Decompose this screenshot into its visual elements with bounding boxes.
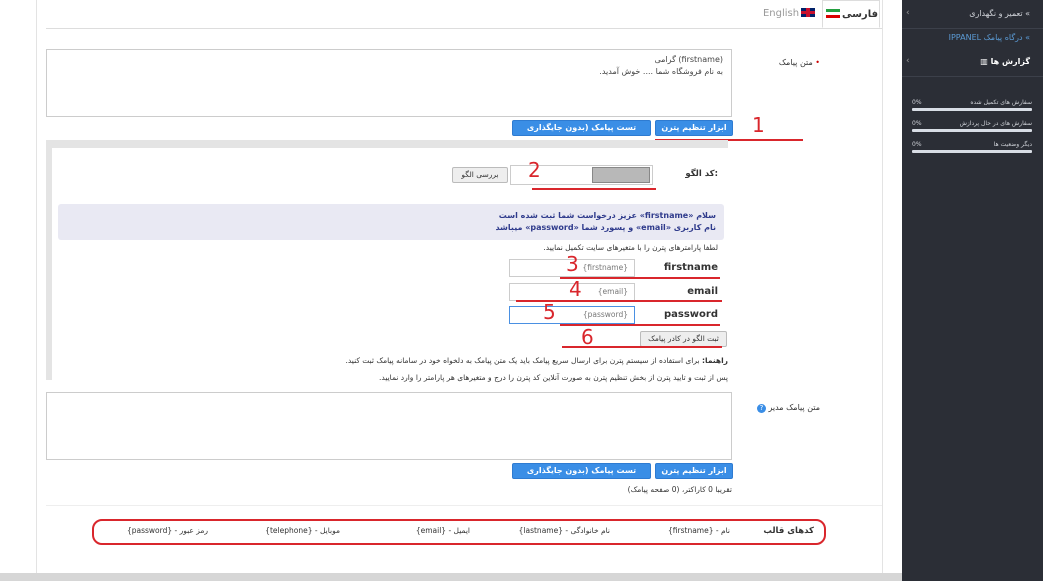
chevron-left-icon: ‹ <box>906 8 910 18</box>
sms-text-input[interactable]: (firstname) گرامی به نام فروشگاه شما ...… <box>46 49 732 117</box>
sms-text-label: • متن پیامک <box>778 58 820 67</box>
guide-line2: پس از ثبت و تایید پترن از بخش تنظیم پترن… <box>379 373 728 382</box>
register-pattern-button[interactable]: ثبت الگو در کادر پیامک <box>640 331 727 347</box>
panel-right-border <box>882 0 883 575</box>
stat-processing-bar <box>912 129 1032 132</box>
uk-flag-icon <box>801 8 816 17</box>
divider <box>46 505 882 506</box>
sidebar-item-reports[interactable]: گزارش ها ▥ <box>930 57 1030 66</box>
param-label-email: email <box>687 286 718 297</box>
iran-flag-icon <box>825 9 840 18</box>
param-label-firstname: firstname <box>663 262 718 273</box>
stat-processing-value: 0% <box>912 120 922 127</box>
fill-params-hint: لطفا پارامترهای پترن را با متغیرهای سایت… <box>543 243 718 252</box>
pattern-code-label: کد الگو: <box>685 169 718 179</box>
tab-english[interactable]: English <box>762 0 818 28</box>
template-code-lastname: نام خانوادگی - {lastname} <box>518 526 610 535</box>
sidebar-edge <box>1043 0 1063 581</box>
template-code-telephone: موبایل - {telephone} <box>265 526 340 535</box>
stat-completed-bar <box>912 108 1032 111</box>
admin-sms-label: متن پیامک مدیر ? <box>740 403 820 413</box>
stat-processing-label: سفارش های در حال پردازش <box>959 120 1032 127</box>
sidebar-separator <box>902 28 1043 29</box>
param-input-password[interactable]: {password} <box>509 306 635 324</box>
test-sms-button[interactable]: تست پیامک (بدون جایگذاری متغیرها) <box>512 120 651 146</box>
bar-chart-icon: ▥ <box>980 57 988 66</box>
pattern-tool-button[interactable]: ابزار تنظیم پترن <box>655 120 733 136</box>
template-code-password: رمز عبور - {password} <box>126 526 208 535</box>
sidebar-separator <box>902 76 1043 77</box>
bottom-scrollbar[interactable] <box>0 573 902 581</box>
admin-sms-input[interactable] <box>46 392 732 460</box>
guide-line1: راهنما: برای استفاده از سیستم پترن برای … <box>345 356 728 365</box>
stat-other-bar <box>912 150 1032 153</box>
pattern-preview-line2: نام کاربری «email» و پسورد شما «password… <box>495 223 716 232</box>
sidebar-item-gateway[interactable]: » درگاه پیامک IPPANEL <box>930 33 1030 42</box>
param-label-password: password <box>663 309 718 320</box>
stat-other-value: 0% <box>912 141 922 148</box>
tabs-divider <box>46 28 882 29</box>
annotation-1: 1 <box>752 113 765 137</box>
annotation-2: 2 <box>528 158 541 182</box>
stat-completed-value: 0% <box>912 99 922 106</box>
admin-pattern-tool-button[interactable]: ابزار تنظیم پترن <box>655 463 733 479</box>
template-code-firstname: نام - {firstname} <box>668 526 730 535</box>
panel-left-border <box>36 0 37 575</box>
template-code-email: ایمیل - {email} <box>415 526 470 535</box>
annotation-3: 3 <box>566 252 579 276</box>
annotation-3-underline <box>560 277 720 279</box>
annotation-5: 5 <box>543 300 556 324</box>
stat-completed-label: سفارش های تکمیل شده <box>970 99 1032 106</box>
sidebar-item-maintenance[interactable]: » تعمیر و نگهداری <box>930 9 1030 18</box>
template-codes-label: کدهای قالب <box>763 526 814 536</box>
sidebar <box>902 0 1043 581</box>
admin-test-sms-button[interactable]: تست پیامک (بدون جایگذاری متغیرها) <box>512 463 651 489</box>
annotation-4: 4 <box>569 277 582 301</box>
annotation-6-underline <box>562 346 722 348</box>
annotation-2-underline <box>532 188 656 190</box>
tab-farsi[interactable]: فارسی <box>822 0 880 28</box>
char-count: تقریبا 0 کاراکتر، (0 صفحه پیامک) <box>627 485 732 494</box>
chevron-left-icon: ‹ <box>906 56 910 66</box>
check-pattern-button[interactable]: بررسی الگو <box>452 167 508 183</box>
help-icon[interactable]: ? <box>756 404 766 413</box>
stat-other-label: دیگر وضعیت ها <box>993 141 1032 148</box>
pattern-preview-line1: سلام «firstname» عزیز درخواست شما ثبت شد… <box>498 211 716 220</box>
